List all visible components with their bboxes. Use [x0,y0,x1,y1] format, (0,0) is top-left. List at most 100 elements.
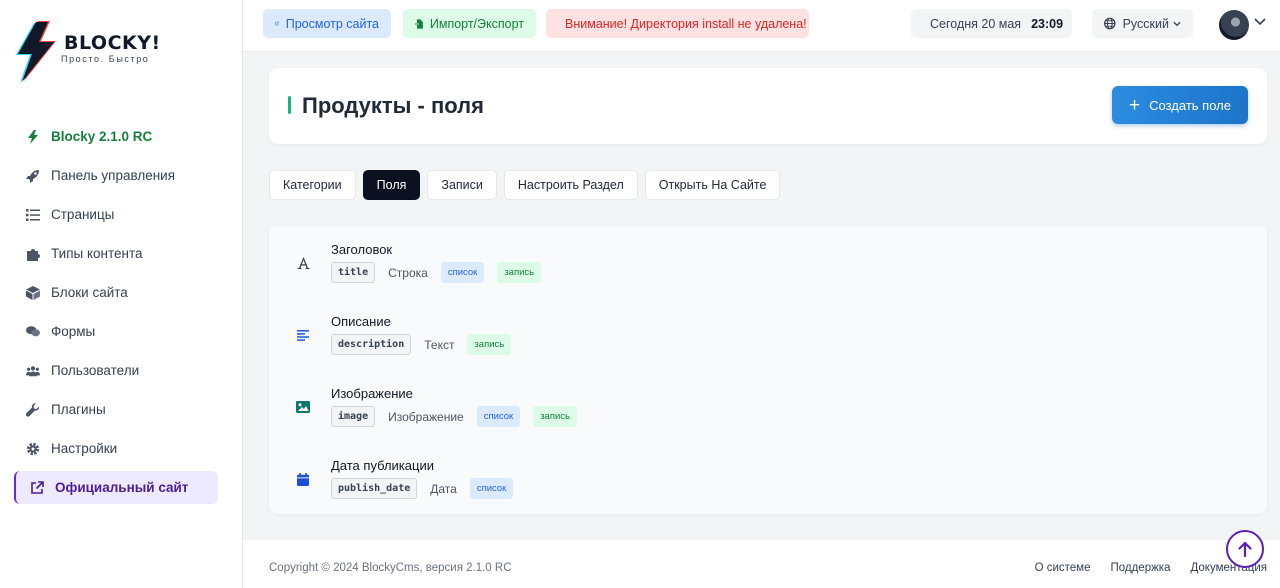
field-type: Текст [424,337,455,352]
badge-record: запись [533,406,577,427]
badge-record: запись [467,334,512,355]
sidebar-item-official-site[interactable]: Официальный сайт [14,471,218,504]
field-key: image [331,406,376,427]
footer-link-about[interactable]: О системе [1035,562,1091,574]
wrench-icon [26,402,40,417]
brand-logo[interactable]: BLOCKY! Просто. Быстро [14,20,174,84]
comments-icon [26,325,40,339]
file-import-icon [415,18,423,29]
create-field-label: Создать поле [1149,97,1231,113]
fields-list: Заголовок title Строка список запись Опи… [269,226,1267,514]
field-name: Дата публикации [331,458,434,473]
sidebar-item-users[interactable]: Пользователи [14,354,218,387]
rocket-icon [26,169,40,183]
sidebar-item-label: Официальный сайт [55,480,189,495]
date-label: Сегодня 20 мая [930,16,1022,31]
external-link-icon [275,21,279,26]
sidebar-nav: Blocky 2.1.0 RC Панель управления Страни… [14,120,218,510]
field-type: Строка [388,265,428,280]
field-meta: image Изображение список запись [331,406,590,427]
language-label: Русский [1122,16,1169,31]
users-icon [26,364,40,378]
badge-record: запись [497,262,542,283]
field-name: Изображение [331,386,413,401]
bolt-logo-icon [16,21,56,83]
sidebar-item-settings[interactable]: Настройки [14,432,218,465]
sidebar: BLOCKY! Просто. Быстро Blocky 2.1.0 RC П… [0,0,243,588]
puzzle-icon [26,247,40,261]
align-left-icon [296,328,310,342]
sidebar-item-label: Плагины [51,402,106,417]
footer-link-support[interactable]: Поддержка [1110,562,1170,574]
list-item[interactable]: Дата публикации publish_date Дата список [269,442,1267,514]
field-key: description [331,334,412,355]
install-warning-button[interactable]: Внимание! Директория install не удалена! [546,9,809,38]
sidebar-item-forms[interactable]: Формы [14,315,218,348]
tab-fields[interactable]: Поля [362,170,421,200]
list-item[interactable]: Заголовок title Строка список запись [269,226,1267,298]
sidebar-item-label: Панель управления [51,168,176,183]
page-header: Продукты - поля + Создать поле [269,68,1267,144]
avatar[interactable] [1219,10,1249,40]
install-warning-label: Внимание! Директория install не удалена! [565,16,807,31]
field-name: Заголовок [331,242,393,257]
field-key: publish_date [331,478,418,499]
sidebar-item-version[interactable]: Blocky 2.1.0 RC [14,120,218,153]
badge-list: список [476,406,521,427]
field-meta: description Текст запись [331,334,524,355]
brand-tagline: Просто. Быстро [61,54,150,64]
sidebar-item-content-types[interactable]: Типы контента [14,237,218,270]
list-item[interactable]: Описание description Текст запись [269,298,1267,370]
sidebar-item-label: Блоки сайта [51,285,128,300]
globe-icon [1104,17,1116,30]
image-icon [296,400,310,414]
field-name: Описание [331,314,391,329]
arrow-up-icon [1238,541,1252,557]
sidebar-item-label: Формы [51,324,96,339]
view-site-label: Просмотр сайта [285,16,379,31]
title-accent-bar [288,96,291,114]
sidebar-item-dashboard[interactable]: Панель управления [14,159,218,192]
footer: Copyright © 2024 BlockyCms, версия 2.1.0… [243,540,1280,588]
sidebar-item-label: Пользователи [51,363,140,378]
badge-list: список [469,478,514,499]
bolt-icon [26,129,40,144]
import-export-label: Импорт/Экспорт [429,16,524,31]
footer-links: О системе Поддержка Документация [1015,562,1267,574]
tab-categories[interactable]: Категории [269,170,356,200]
chevron-down-icon[interactable] [1254,18,1266,26]
tab-open-on-site[interactable]: Открыть На Сайте [644,170,781,200]
tab-records[interactable]: Записи [427,170,497,200]
plus-icon: + [1129,94,1141,116]
language-selector[interactable]: Русский [1092,9,1193,38]
import-export-button[interactable]: Импорт/Экспорт [403,9,536,38]
calendar-icon [296,472,310,486]
date-display: Сегодня 20 мая 23:09 [911,9,1072,38]
tab-configure-section[interactable]: Настроить Раздел [503,170,638,200]
view-site-button[interactable]: Просмотр сайта [263,9,391,38]
field-type: Изображение [388,409,464,424]
time-label: 23:09 [1031,16,1064,31]
sidebar-item-site-blocks[interactable]: Блоки сайта [14,276,218,309]
badge-list: список [440,262,485,283]
list-item[interactable]: Изображение image Изображение список зап… [269,370,1267,442]
external-link-icon [30,481,44,495]
copyright-text: Copyright © 2024 BlockyCms, версия 2.1.0… [269,562,512,574]
section-tabs: Категории Поля Записи Настроить Раздел О… [269,170,787,200]
font-icon [296,256,310,270]
sidebar-item-label: Типы контента [51,246,143,261]
cube-icon [26,285,40,300]
page-title: Продукты - поля [302,93,484,118]
chevron-down-icon [1173,21,1181,26]
field-meta: title Строка список запись [331,262,554,283]
scroll-to-top-button[interactable] [1226,530,1264,568]
sidebar-item-label: Страницы [51,207,115,222]
sidebar-item-plugins[interactable]: Плагины [14,393,218,426]
field-type: Дата [430,481,457,496]
sidebar-item-pages[interactable]: Страницы [14,198,218,231]
list-icon [26,208,40,222]
sidebar-item-label: Blocky 2.1.0 RC [51,129,153,144]
create-field-button[interactable]: + Создать поле [1112,86,1248,124]
field-meta: publish_date Дата список [331,478,526,499]
topbar: Просмотр сайта Импорт/Экспорт Внимание! … [243,0,1280,52]
